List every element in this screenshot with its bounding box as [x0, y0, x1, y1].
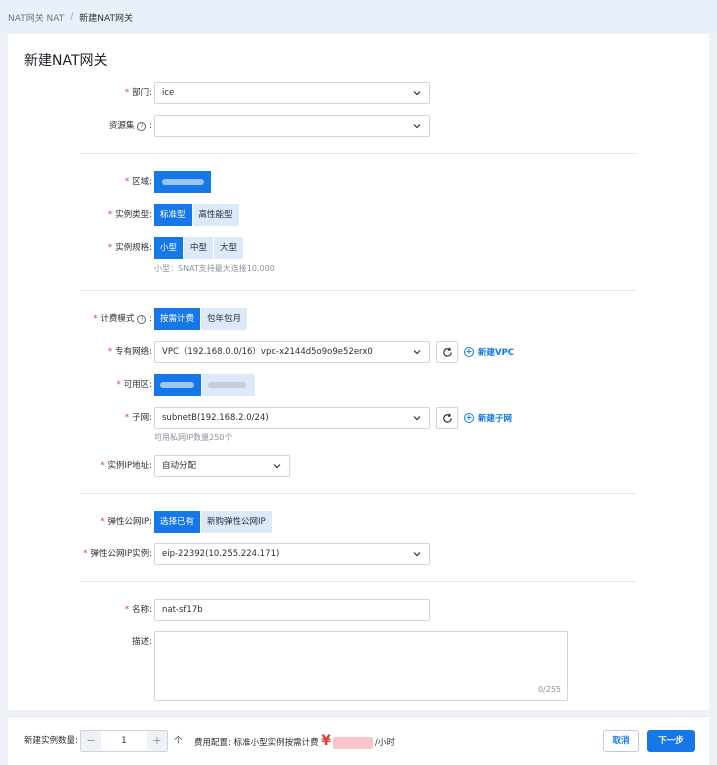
instance-spec-label: * 实例规格: — [107, 243, 152, 253]
subnet-select[interactable]: subnetB(192.168.2.0/24) — [154, 407, 430, 429]
name-label: * 名称: — [124, 605, 152, 615]
region-option-blurred[interactable] — [154, 171, 212, 193]
department-value: ice — [162, 88, 175, 98]
quantity-stepper: − 1 + — [80, 730, 168, 752]
footer-bar: 新建实例数量: − 1 + 个 费用配置: 标准小型实例按需计费 ¥ /小时 取消… — [8, 716, 709, 765]
instance-spec-medium[interactable]: 中型 — [184, 237, 215, 259]
quantity-unit: 个 — [174, 736, 183, 746]
billing-mode-selector: 按需计费 包年包月 — [154, 308, 249, 330]
increment-button[interactable]: + — [147, 731, 167, 751]
section-divider — [80, 153, 637, 154]
billing-subscription[interactable]: 包年包月 — [201, 308, 249, 330]
section-divider — [80, 290, 637, 291]
page-title: 新建NAT网关 — [24, 53, 108, 69]
resource-set-label: 资源集? : — [108, 121, 152, 131]
blurred-region-name — [162, 178, 204, 185]
blurred-zone-name — [160, 381, 194, 388]
zone-selector — [154, 374, 256, 396]
department-select[interactable]: ice — [154, 82, 430, 104]
next-step-button[interactable]: 下一步 — [647, 730, 695, 752]
region-selector — [154, 171, 212, 193]
instance-type-label: * 实例类型: — [107, 210, 152, 220]
chevron-down-icon — [413, 416, 421, 421]
subnet-refresh-button[interactable] — [436, 407, 458, 429]
resource-set-select[interactable] — [154, 115, 430, 137]
eip-select-existing[interactable]: 选择已有 — [154, 511, 202, 533]
instance-ip-label: * 实例IP地址: — [100, 461, 152, 471]
chevron-down-icon — [273, 464, 281, 469]
department-label: * 部门: — [124, 88, 152, 98]
fee-summary: 费用配置: 标准小型实例按需计费 ¥ /小时 — [194, 730, 395, 754]
vpc-select[interactable]: VPC（192.168.0.0/16）vpc-x2144d5o9o9e52erx… — [154, 341, 430, 363]
instance-spec-selector: 小型 中型 大型 — [154, 237, 245, 259]
instance-spec-small[interactable]: 小型 — [154, 237, 185, 259]
cancel-button[interactable]: 取消 — [603, 730, 639, 752]
instance-type-high-performance[interactable]: 高性能型 — [192, 204, 240, 226]
subnet-hint: 可用私网IP数量250个 — [154, 433, 233, 442]
quantity-label: 新建实例数量: — [24, 736, 78, 746]
create-vpc-link[interactable]: + 新建VPC — [464, 341, 514, 363]
refresh-icon — [443, 413, 452, 423]
breadcrumb-current: 新建NAT网关 — [79, 13, 133, 24]
help-icon[interactable]: ? — [137, 122, 147, 131]
breadcrumb-separator: / — [70, 12, 74, 22]
instance-type-standard[interactable]: 标准型 — [154, 204, 193, 226]
description-textarea[interactable]: 0/255 — [154, 631, 568, 701]
fee-label: 费用配置: 标准小型实例按需计费 — [194, 738, 319, 748]
eip-label: * 弹性公网IP: — [100, 517, 152, 527]
zone-label: * 可用区: — [116, 380, 152, 390]
description-label: 描述: — [132, 637, 152, 647]
instance-type-selector: 标准型 高性能型 — [154, 204, 240, 226]
breadcrumb: NAT网关 NAT / 新建NAT网关 — [0, 0, 717, 34]
chevron-down-icon — [413, 350, 421, 355]
create-subnet-link[interactable]: + 新建子网 — [464, 407, 512, 429]
section-divider — [80, 493, 637, 494]
zone-option-1[interactable] — [154, 374, 202, 396]
chevron-down-icon — [413, 124, 421, 129]
add-circle-icon: + — [464, 413, 474, 423]
instance-ip-value: 自动分配 — [162, 461, 197, 471]
form-card: 新建NAT网关 * 部门: ice 资源集? : * 区域: * 实例类型: 标准型 … — [8, 34, 709, 710]
vpc-refresh-button[interactable] — [436, 341, 458, 363]
region-label: * 区域: — [124, 177, 152, 187]
eip-instance-label: * 弹性公网IP实例: — [83, 549, 152, 559]
refresh-icon — [443, 347, 452, 357]
subnet-label: * 子网: — [124, 413, 152, 423]
blurred-price — [333, 736, 374, 749]
instance-spec-large[interactable]: 大型 — [214, 237, 245, 259]
vpc-label: * 专有网络: — [107, 347, 152, 357]
quantity-input[interactable]: 1 — [101, 731, 147, 751]
zone-option-2[interactable] — [202, 374, 256, 396]
instance-ip-select[interactable]: 自动分配 — [154, 455, 290, 477]
billing-on-demand[interactable]: 按需计费 — [154, 308, 202, 330]
instance-spec-hint: 小型：SNAT支持最大连接10,000 — [154, 264, 275, 273]
eip-instance-value: eip-22392(10.255.224.171) — [162, 549, 280, 559]
per-hour-label: /小时 — [375, 738, 395, 748]
chevron-down-icon — [413, 91, 421, 96]
currency-symbol: ¥ — [321, 733, 332, 749]
name-input[interactable]: nat-sf17b — [154, 599, 430, 621]
eip-selector: 选择已有 新购弹性公网IP — [154, 511, 273, 533]
help-icon[interactable]: ? — [137, 315, 147, 324]
description-char-count: 0/255 — [537, 685, 561, 694]
blurred-zone-name — [208, 381, 246, 388]
decrement-button[interactable]: − — [81, 731, 101, 751]
chevron-down-icon — [413, 552, 421, 557]
required-mark: * — [124, 88, 130, 98]
vpc-value: VPC（192.168.0.0/16）vpc-x2144d5o9o9e52erx… — [162, 347, 373, 357]
billing-mode-label: * 计费模式? : — [93, 314, 152, 324]
section-divider — [80, 581, 637, 582]
eip-instance-select[interactable]: eip-22392(10.255.224.171) — [154, 543, 430, 565]
add-circle-icon: + — [464, 347, 474, 357]
subnet-value: subnetB(192.168.2.0/24) — [162, 413, 269, 423]
breadcrumb-nat-link[interactable]: NAT网关 NAT — [8, 11, 64, 24]
eip-purchase-new[interactable]: 新购弹性公网IP — [201, 511, 273, 533]
